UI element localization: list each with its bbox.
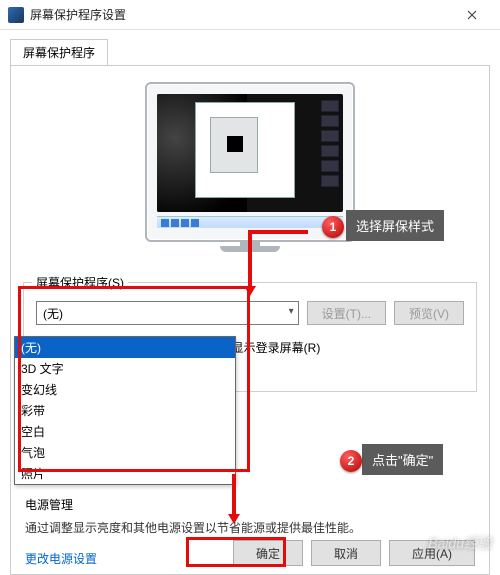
app-icon (8, 7, 24, 23)
tab-screensaver[interactable]: 屏幕保护程序 (10, 39, 108, 66)
preview-inner-window (210, 117, 258, 173)
screensaver-combo[interactable]: (无) ▾ (36, 301, 299, 325)
preview-thumbnails (321, 100, 339, 187)
dropdown-option[interactable]: 照片 (15, 463, 235, 484)
close-icon (467, 10, 477, 20)
monitor-preview (145, 82, 355, 242)
step-badge-2: 2 (340, 450, 362, 472)
chevron-down-icon: ▾ (289, 306, 294, 317)
dropdown-option[interactable]: 空白 (15, 421, 235, 442)
dropdown-option[interactable]: 变幻线 (15, 379, 235, 400)
window-title: 屏幕保护程序设置 (30, 6, 452, 23)
tab-panel: 屏幕保护程序(S) (无) ▾ 设置(T)... 预览(V) 等待(W): 分钟… (10, 65, 490, 575)
preview-window (195, 102, 295, 198)
step-tip-2: 点击"确定" (362, 444, 443, 475)
apply-button[interactable]: 应用(A) (389, 540, 475, 566)
screensaver-dropdown[interactable]: (无)3D 文字变幻线彩带空白气泡照片 (14, 336, 236, 485)
tabstrip: 屏幕保护程序 (0, 30, 500, 65)
dropdown-option[interactable]: 3D 文字 (15, 358, 235, 379)
monitor-stand (220, 246, 280, 252)
combo-value: (无) (43, 305, 63, 322)
monitor-screen (157, 94, 343, 212)
group-legend: 屏幕保护程序(S) (32, 274, 128, 291)
power-heading: 电源管理 (25, 496, 361, 513)
step-badge-1: 1 (322, 216, 344, 238)
power-desc: 通过调整显示亮度和其他电源设置以节省能源或提供最佳性能。 (25, 519, 361, 536)
step-tip-1: 选择屏保样式 (346, 210, 444, 241)
dropdown-option[interactable]: (无) (15, 337, 235, 358)
settings-button[interactable]: 设置(T)... (307, 301, 386, 325)
close-button[interactable] (452, 0, 492, 30)
preview-taskbar (157, 216, 343, 228)
preview-button[interactable]: 预览(V) (394, 301, 464, 325)
power-link[interactable]: 更改电源设置 (25, 550, 361, 567)
dropdown-option[interactable]: 气泡 (15, 442, 235, 463)
titlebar: 屏幕保护程序设置 (0, 0, 500, 30)
dropdown-option[interactable]: 彩带 (15, 400, 235, 421)
